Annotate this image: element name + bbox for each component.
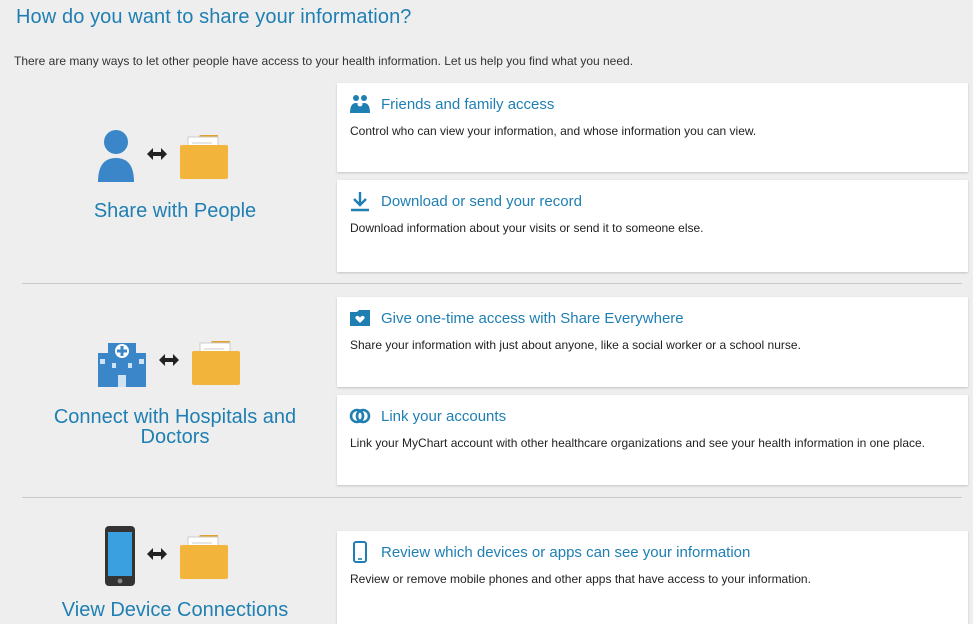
friends-family-access-card[interactable]: Friends and family access Control who ca… xyxy=(337,83,968,172)
smartphone-icon xyxy=(105,526,135,586)
share-everywhere-card[interactable]: Give one-time access with Share Everywhe… xyxy=(337,297,968,387)
mobile-icon xyxy=(353,541,367,563)
section-divider xyxy=(22,283,962,284)
share-people-illustration xyxy=(96,128,230,184)
card-title-link[interactable]: Download or send your record xyxy=(381,193,582,210)
folder-heart-icon xyxy=(350,310,370,326)
hospital-icon xyxy=(98,343,146,387)
section-label-device-connections: View Device Connections xyxy=(61,599,289,621)
card-description: Share your information with just about a… xyxy=(350,338,801,352)
link-icon xyxy=(349,408,371,424)
section-label-connect-hospitals: Connect with Hospitals and Doctors xyxy=(53,406,297,448)
page-title: How do you want to share your informatio… xyxy=(16,6,412,28)
card-header: Give one-time access with Share Everywhe… xyxy=(349,307,684,329)
card-header: Friends and family access xyxy=(349,93,554,115)
folder-icon xyxy=(192,341,240,385)
folder-icon xyxy=(180,135,228,179)
card-title-link[interactable]: Give one-time access with Share Everywhe… xyxy=(381,310,684,327)
card-title-link[interactable]: Friends and family access xyxy=(381,96,554,113)
device-illustration xyxy=(104,525,230,587)
folder-icon xyxy=(180,535,228,579)
review-devices-card[interactable]: Review which devices or apps can see you… xyxy=(337,531,968,624)
two-way-arrow-icon xyxy=(146,547,168,566)
card-header: Download or send your record xyxy=(349,190,582,212)
card-description: Review or remove mobile phones and other… xyxy=(350,572,811,586)
two-way-arrow-icon xyxy=(158,353,180,372)
card-title-link[interactable]: Link your accounts xyxy=(381,408,506,425)
link-accounts-card[interactable]: Link your accounts Link your MyChart acc… xyxy=(337,395,968,485)
section-divider xyxy=(22,497,962,498)
section-label-share-with-people: Share with People xyxy=(93,200,257,222)
card-header: Link your accounts xyxy=(349,405,506,427)
two-way-arrow-icon xyxy=(146,147,168,166)
share-information-page: How do you want to share your informatio… xyxy=(0,0,973,624)
card-description: Download information about your visits o… xyxy=(350,221,704,235)
intro-text: There are many ways to let other people … xyxy=(14,54,634,68)
card-description: Control who can view your information, a… xyxy=(350,124,757,138)
card-description: Link your MyChart account with other hea… xyxy=(350,436,925,450)
download-icon xyxy=(351,192,369,212)
card-title-link[interactable]: Review which devices or apps can see you… xyxy=(381,544,750,561)
card-header: Review which devices or apps can see you… xyxy=(349,541,750,563)
person-icon xyxy=(98,130,134,182)
people-icon xyxy=(350,95,370,113)
hospital-illustration xyxy=(96,335,242,389)
download-send-record-card[interactable]: Download or send your record Download in… xyxy=(337,180,968,272)
